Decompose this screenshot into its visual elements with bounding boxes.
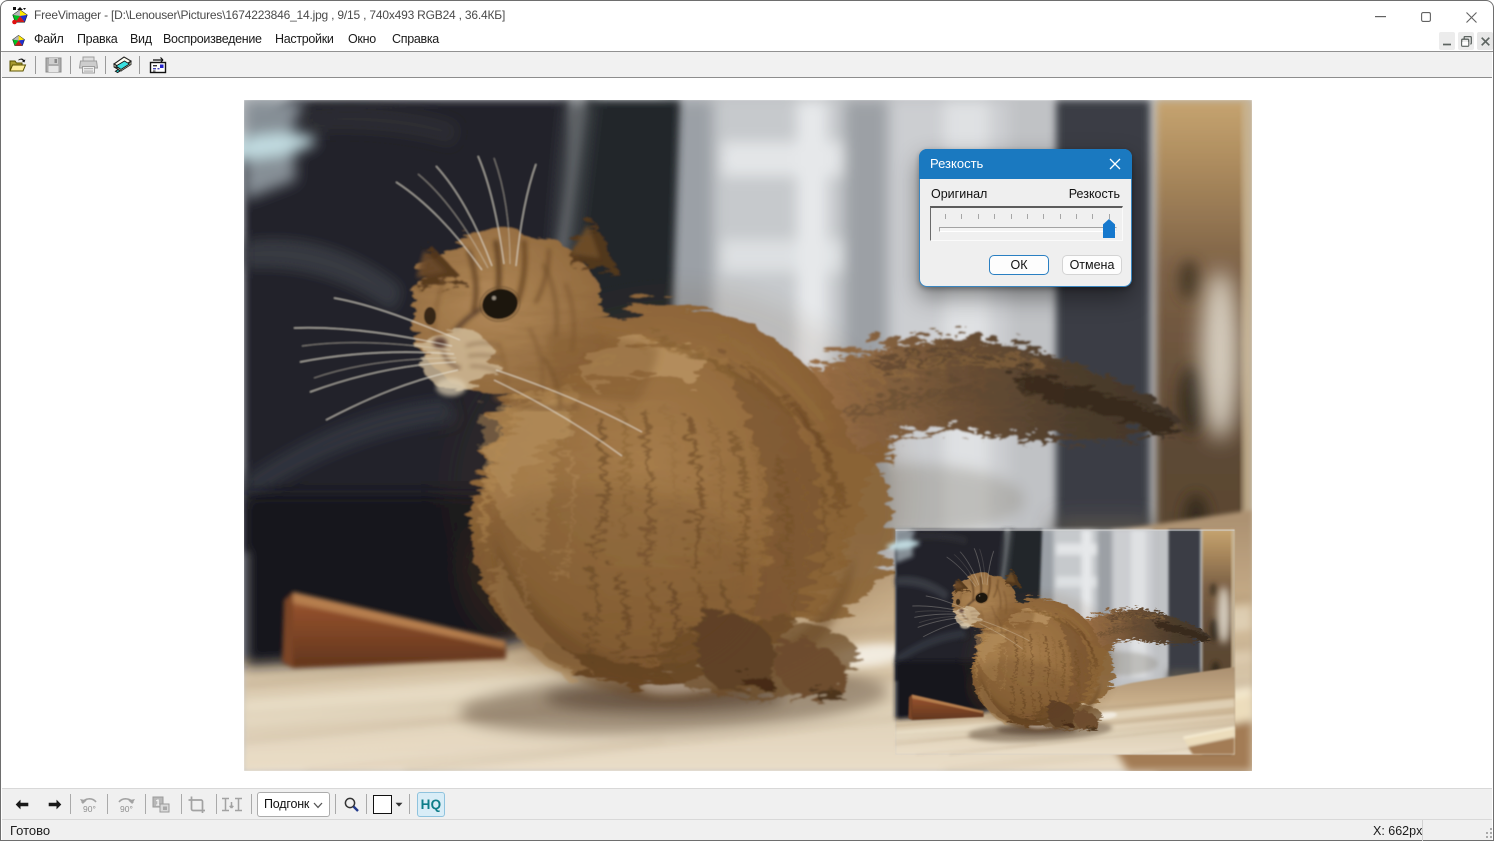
svg-text:90°: 90°	[120, 804, 133, 814]
svg-text:90°: 90°	[83, 804, 96, 814]
